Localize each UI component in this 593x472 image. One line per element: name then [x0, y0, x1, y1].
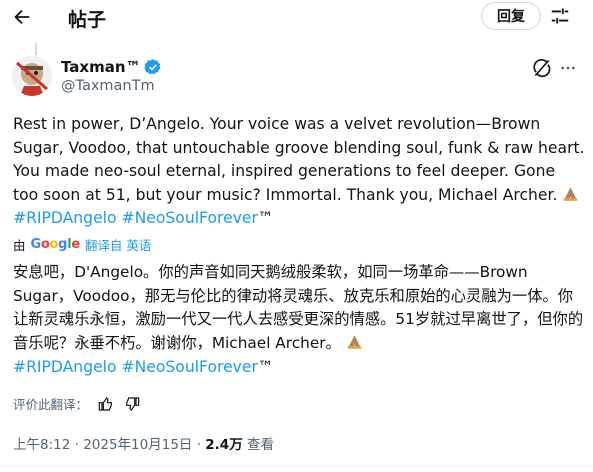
post-text-zh: 安息吧，D'Angelo。你的声音如同天鹅绒般柔软，如同一场革命——Brown …	[13, 263, 584, 352]
top-bar: 帖子 回复	[0, 0, 593, 34]
author-name[interactable]: Taxman™	[61, 58, 162, 76]
settings-sliders-icon[interactable]	[549, 5, 571, 27]
trademark-symbol: ™	[257, 209, 274, 227]
avatar[interactable]	[12, 56, 52, 96]
by-label: 由	[13, 238, 26, 253]
hashtag-neosoulforever[interactable]: #NeoSoulForever	[122, 358, 258, 376]
verified-badge-icon	[143, 59, 161, 75]
hashtag-neosoulforever[interactable]: #NeoSoulForever	[122, 209, 258, 227]
translation-attribution: 由 Google 翻译自 英语	[13, 235, 151, 254]
view-count: 2.4万	[205, 437, 243, 453]
page-title: 帖子	[68, 9, 107, 31]
back-arrow-icon[interactable]	[10, 6, 34, 28]
hashtag-ripdangelo[interactable]: #RIPDAngelo	[13, 358, 117, 376]
thumbs-up-icon[interactable]	[98, 396, 114, 412]
thread-line	[35, 43, 37, 55]
more-icon[interactable]	[560, 60, 576, 76]
divider	[0, 466, 593, 467]
author-handle[interactable]: @TaxmanTm	[61, 78, 155, 94]
translated-from-link[interactable]: 翻译自 英语	[85, 235, 151, 254]
hashtags-en: #RIPDAngelo #NeoSoulForever™	[13, 207, 274, 231]
post-timestamp[interactable]: 上午8:12 · 2025年10月15日 ·	[13, 437, 205, 453]
post-text-chinese: 安息吧，D'Angelo。你的声音如同天鹅绒般柔软，如同一场革命——Brown …	[13, 261, 585, 355]
prayer-emoji-icon	[347, 334, 362, 349]
views-label: 查看	[242, 437, 274, 453]
grok-icon[interactable]	[532, 58, 552, 78]
author-name-text[interactable]: Taxman™	[61, 58, 141, 76]
prayer-emoji-icon	[564, 186, 578, 201]
rate-translation-label: 评价此翻译：	[13, 397, 89, 412]
post-text-english: Rest in power, D’Angelo. Your voice was …	[13, 113, 585, 207]
post-metadata: 上午8:12 · 2025年10月15日 · 2.4万 查看	[13, 433, 274, 453]
google-logo: Google	[30, 237, 81, 252]
hashtags-zh: #RIPDAngelo #NeoSoulForever™	[13, 356, 274, 380]
thumbs-down-icon[interactable]	[124, 396, 140, 412]
rate-translation-row: 评价此翻译：	[13, 394, 140, 413]
reply-button[interactable]: 回复	[481, 2, 541, 30]
hashtag-ripdangelo[interactable]: #RIPDAngelo	[13, 209, 117, 227]
post-text-en: Rest in power, D’Angelo. Your voice was …	[13, 115, 585, 204]
trademark-symbol: ™	[257, 358, 274, 376]
